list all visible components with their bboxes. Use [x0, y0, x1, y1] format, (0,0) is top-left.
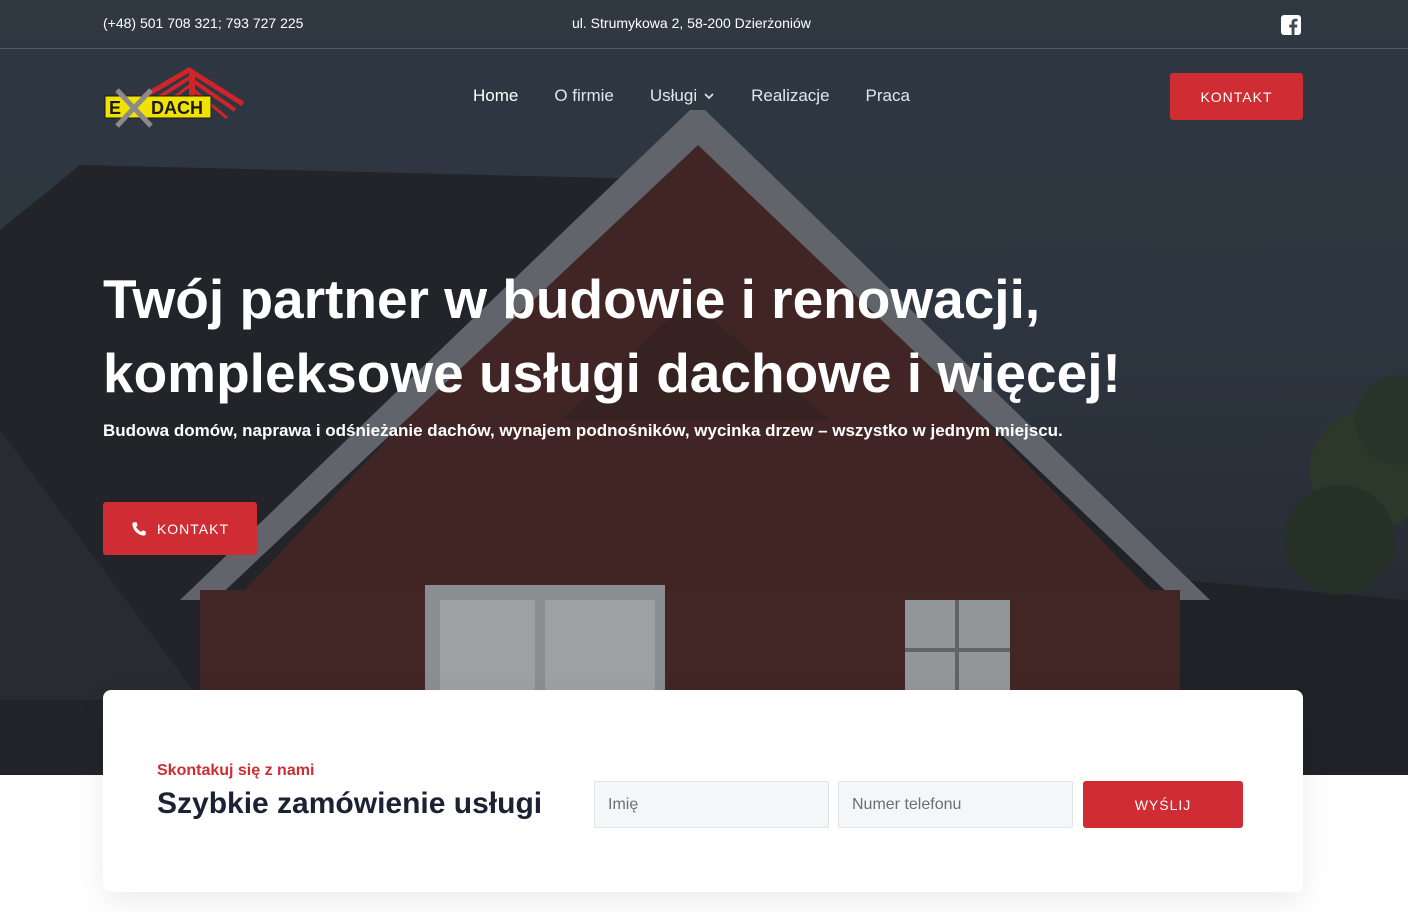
top-info-bar: (+48) 501 708 321; 793 727 225 ul. Strum…	[0, 0, 1408, 49]
hero-subline: Budowa domów, naprawa i odśnieżanie dach…	[103, 421, 1063, 440]
quick-order-card: Skontakuj się z nami Szybkie zamówienie …	[103, 690, 1303, 892]
svg-text:DACH: DACH	[151, 98, 203, 118]
hero-headline: Twój partner w budowie i renowacji, komp…	[103, 262, 1303, 410]
hero-headline-line-1: Twój partner w budowie i renowacji,	[103, 268, 1041, 330]
hero-contact-label: KONTAKT	[156, 520, 230, 537]
quick-order-eyebrow: Skontakuj się z nami	[157, 762, 315, 779]
nav-item-realizacje[interactable]: Realizacje	[751, 86, 829, 106]
contact-phone[interactable]: (+48) 501 708 321; 793 727 225	[103, 15, 303, 31]
name-input[interactable]	[594, 781, 829, 828]
nav-item-praca[interactable]: Praca	[866, 86, 910, 106]
nav-item-uslugi-label: Usługi	[649, 86, 698, 105]
contact-address: ul. Strumykowa 2, 58-200 Dzierżoniów	[572, 15, 811, 31]
svg-text:E: E	[109, 98, 121, 118]
quick-order-title: Szybkie zamówienie usługi	[157, 787, 543, 820]
exdach-logo[interactable]: E DACH	[103, 66, 245, 128]
submit-button[interactable]: WYŚLIJ	[1083, 781, 1243, 828]
phone-icon	[132, 521, 146, 536]
hero-contact-button[interactable]: KONTAKT	[103, 502, 257, 555]
nav-item-uslugi[interactable]: Usługi	[650, 86, 715, 106]
phone-number-input[interactable]	[838, 781, 1073, 828]
chevron-down-icon	[704, 93, 714, 100]
nav-item-o-firmie[interactable]: O firmie	[554, 86, 614, 106]
header-contact-button[interactable]: KONTAKT	[1170, 73, 1303, 120]
hero-headline-line-2: kompleksowe usługi dachowe i więcej!	[103, 342, 1121, 404]
facebook-icon[interactable]	[1281, 15, 1301, 35]
nav-item-home[interactable]: Home	[473, 86, 518, 106]
main-navigation: Home O firmie Usługi Realizacje Praca	[473, 86, 910, 106]
